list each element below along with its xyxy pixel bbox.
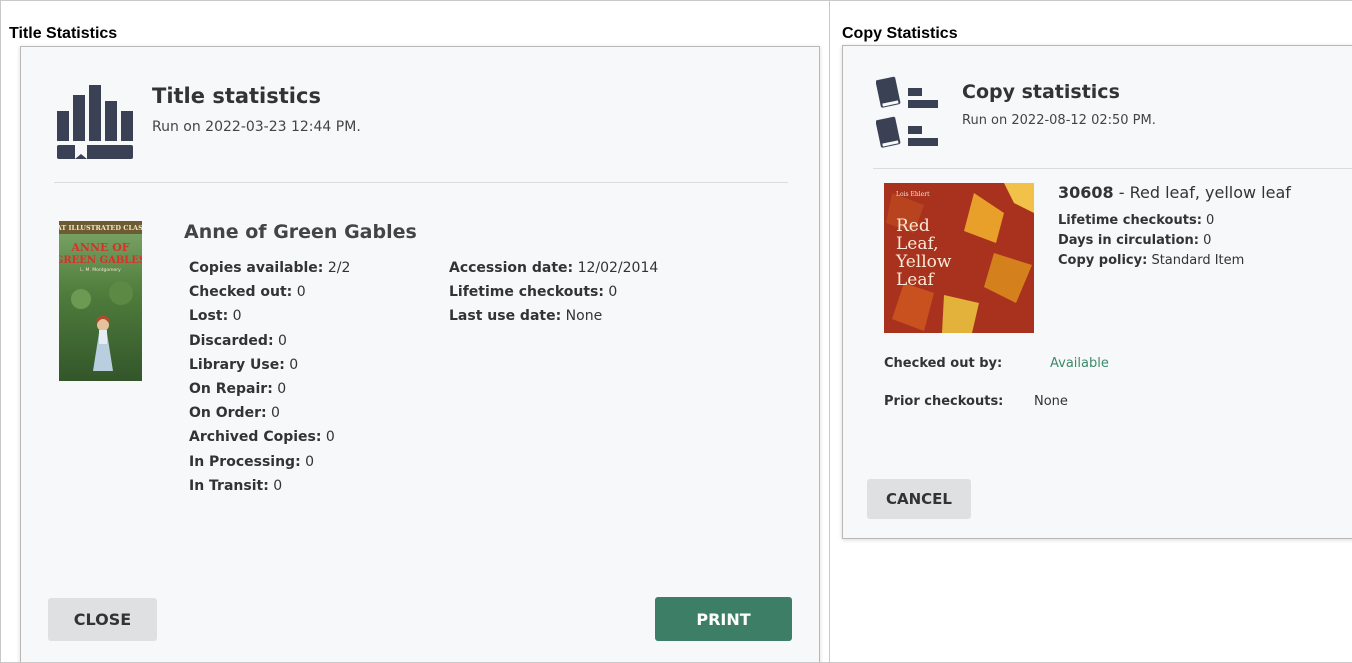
copy-details: Lifetime checkouts: 0 Days in circulation… (1058, 211, 1244, 271)
stat-value: 2/2 (327, 260, 351, 276)
run-timestamp: Run on 2022-08-12 02:50 PM. (962, 113, 1156, 128)
copy-detail-row: Copy policy: Standard Item (1058, 251, 1244, 271)
book-cover-image: GREAT ILLUSTRATED CLASSICS ANNE OF GREEN… (59, 221, 142, 381)
stat-label: Archived Copies: (189, 429, 322, 446)
copy-detail-row: Days in circulation: 0 (1058, 231, 1244, 251)
close-button[interactable]: CLOSE (48, 598, 157, 641)
cover-title-line1: ANNE OF (70, 241, 129, 254)
checked-out-by-row: Checked out by: Available (884, 356, 1184, 376)
prior-checkouts-label: Prior checkouts: (884, 394, 1004, 409)
stat-row: In Processing: 0 (189, 450, 350, 474)
checked-out-by-value: Available (1050, 356, 1109, 371)
copy-detail-value: 0 (1203, 233, 1212, 248)
run-timestamp: Run on 2022-03-23 12:44 PM. (152, 119, 361, 135)
copy-detail-value: 0 (1206, 213, 1215, 228)
cancel-button[interactable]: CANCEL (867, 479, 971, 519)
stat-label: Last use date: (449, 308, 562, 325)
title-statistics-icon (57, 85, 133, 159)
cover-author: L. M. Montgomery (80, 267, 121, 273)
cover-line4: Leaf (896, 270, 935, 290)
stat-label: In Transit: (189, 477, 269, 494)
stat-label: Library Use: (189, 356, 285, 373)
copy-statistics-icon (876, 76, 938, 148)
copy-cover-image: Lois Ehlert Red Leaf, Yellow Leaf (884, 183, 1034, 333)
stat-label: Lost: (189, 308, 229, 325)
stat-row: Lost: 0 (189, 304, 350, 328)
stat-label: In Processing: (189, 453, 301, 470)
book-title: Anne of Green Gables (184, 221, 417, 243)
stat-label: Checked out: (189, 284, 293, 301)
stat-value: 0 (289, 356, 299, 373)
title-statistics-panel: Title Statistics Title statistics Run on… (0, 0, 830, 663)
copy-detail-label: Lifetime checkouts: (1058, 213, 1202, 228)
cover-line1: Red (896, 216, 930, 236)
stat-value: 12/02/2014 (577, 260, 659, 276)
stat-row: Archived Copies: 0 (189, 425, 350, 449)
stat-row: Checked out: 0 (189, 280, 350, 304)
stat-row: In Transit: 0 (189, 474, 350, 498)
copy-detail-row: Lifetime checkouts: 0 (1058, 211, 1244, 231)
stat-label: Copies available: (189, 260, 324, 276)
stat-value: 0 (608, 284, 618, 301)
stat-row: Discarded: 0 (189, 329, 350, 353)
copy-header: 30608 - Red leaf, yellow leaf (1058, 183, 1291, 202)
stat-row: Accession date: 12/02/2014 (449, 256, 658, 280)
stat-value: 0 (232, 308, 242, 325)
print-button[interactable]: PRINT (655, 597, 792, 641)
stat-row: Last use date: None (449, 304, 658, 328)
stat-label: Lifetime checkouts: (449, 284, 604, 301)
stats-column-primary: Copies available: 2/2 Checked out: 0 Lost:… (189, 256, 350, 498)
stat-value: None (565, 308, 603, 325)
copy-statistics-heading: Copy Statistics (842, 25, 958, 42)
copy-detail-label: Days in circulation: (1058, 233, 1199, 248)
cover-line3: Yellow (895, 252, 952, 272)
stat-label: Discarded: (189, 332, 274, 349)
stat-row: Lifetime checkouts: 0 (449, 280, 658, 304)
copy-detail-label: Copy policy: (1058, 253, 1148, 268)
stat-value: 0 (273, 477, 283, 494)
stat-label: Accession date: (449, 260, 574, 276)
stat-value: 0 (271, 405, 280, 422)
title-statistics-heading: Title Statistics (9, 25, 118, 42)
copy-statistics-panel: Copy Statistics Copy statistics Run on 2… (829, 0, 1352, 663)
divider (54, 182, 788, 183)
title-statistics-dialog: Title statistics Run on 2022-03-23 12:44… (20, 46, 820, 662)
stat-row: Library Use: 0 (189, 353, 350, 377)
dialog-title: Title statistics (152, 84, 321, 108)
dialog-title: Copy statistics (962, 81, 1120, 103)
prior-checkouts-value: None (1034, 394, 1068, 409)
cover-author: Lois Ehlert (896, 191, 930, 198)
prior-checkouts-row: Prior checkouts: None (884, 394, 1184, 414)
copy-title: Red leaf, yellow leaf (1129, 183, 1291, 202)
stat-value: 0 (305, 453, 315, 470)
copy-detail-value: Standard Item (1151, 253, 1245, 268)
checked-out-by-label: Checked out by: (884, 356, 1003, 371)
stat-value: 0 (277, 381, 287, 398)
stat-value: 0 (296, 284, 306, 301)
copy-statistics-dialog: Copy statistics Run on 2022-08-12 02:50 … (842, 45, 1352, 539)
divider (873, 168, 1352, 169)
stat-row: Copies available: 2/2 (189, 256, 350, 280)
stat-row: On Repair: 0 (189, 377, 350, 401)
stats-column-secondary: Accession date: 12/02/2014 Lifetime check… (449, 256, 658, 329)
copy-barcode: 30608 (1058, 183, 1114, 202)
stat-value: 0 (278, 332, 287, 349)
cover-series-text: GREAT ILLUSTRATED CLASSICS (59, 224, 142, 232)
copy-separator: - (1113, 183, 1130, 202)
stat-value: 0 (325, 429, 335, 446)
stat-row: On Order: 0 (189, 401, 350, 425)
cover-line2: Leaf, (896, 234, 939, 254)
stat-label: On Order: (189, 405, 267, 422)
stat-label: On Repair: (189, 381, 273, 398)
cover-title-line2: GREEN GABLES (59, 255, 142, 266)
